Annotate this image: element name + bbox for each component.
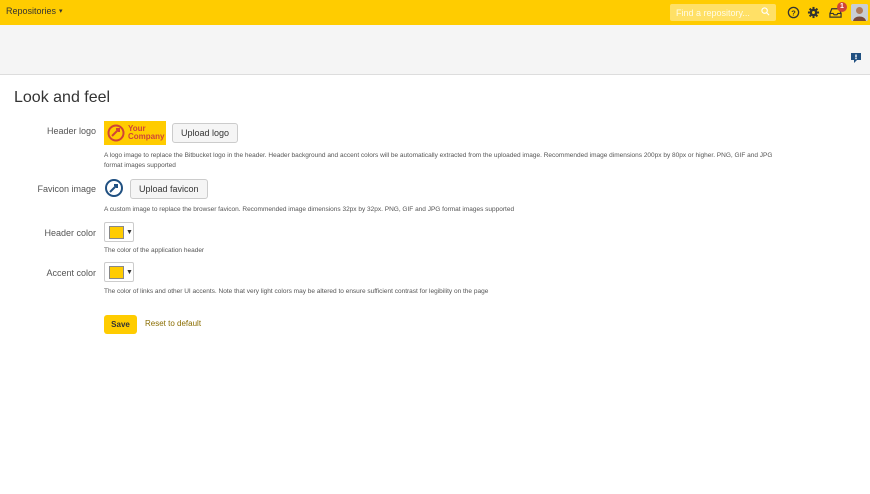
svg-text:?: ? <box>791 8 796 17</box>
header-logo-preview: Your Company <box>104 121 166 145</box>
save-button[interactable]: Save <box>104 315 137 334</box>
upload-logo-button[interactable]: Upload logo <box>172 123 239 143</box>
chevron-down-icon: ▾ <box>59 8 63 15</box>
header-color-help: The color of the application header <box>104 247 205 254</box>
gear-icon[interactable] <box>806 5 820 19</box>
header-color-picker[interactable]: ▼ <box>104 222 134 242</box>
repositories-menu-label: Repositories <box>6 6 57 16</box>
logo-text: Your Company <box>128 125 164 141</box>
header-logo-help-line2: format images supported <box>104 162 176 169</box>
feedback-icon[interactable] <box>851 53 861 63</box>
search-icon[interactable] <box>761 7 770 16</box>
reset-to-default-link[interactable]: Reset to default <box>145 319 201 328</box>
chevron-down-icon: ▼ <box>126 228 133 236</box>
favicon-label: Favicon image <box>37 184 96 194</box>
logo-text-line2: Company <box>128 132 165 141</box>
top-header-bar: Repositories ▾ ? <box>0 0 870 25</box>
header-color-swatch <box>109 225 124 239</box>
help-icon[interactable]: ? <box>786 5 800 19</box>
avatar[interactable] <box>851 4 868 21</box>
header-logo-help-line1: A logo image to replace the Bitbucket lo… <box>104 152 773 159</box>
search-input[interactable] <box>676 7 756 18</box>
favicon-help: A custom image to replace the browser fa… <box>104 206 515 213</box>
company-logo-icon <box>107 124 125 142</box>
notification-badge: 1 <box>837 2 847 12</box>
accent-color-swatch <box>109 265 124 279</box>
upload-favicon-button[interactable]: Upload favicon <box>130 179 208 199</box>
header-logo-label: Header logo <box>46 126 96 136</box>
accent-color-picker[interactable]: ▼ <box>104 262 134 282</box>
accent-color-help: The color of links and other UI accents.… <box>104 288 489 295</box>
favicon-preview-icon <box>105 179 123 197</box>
page-title: Look and feel <box>14 89 111 106</box>
repositories-menu[interactable]: Repositories ▾ <box>6 6 63 16</box>
accent-color-label: Accent color <box>46 268 96 278</box>
repository-search <box>670 4 776 21</box>
header-logo-help: A logo image to replace the Bitbucket lo… <box>104 151 864 171</box>
chevron-down-icon: ▼ <box>126 268 133 276</box>
page-subheader <box>0 25 870 75</box>
header-color-label: Header color <box>44 228 96 238</box>
